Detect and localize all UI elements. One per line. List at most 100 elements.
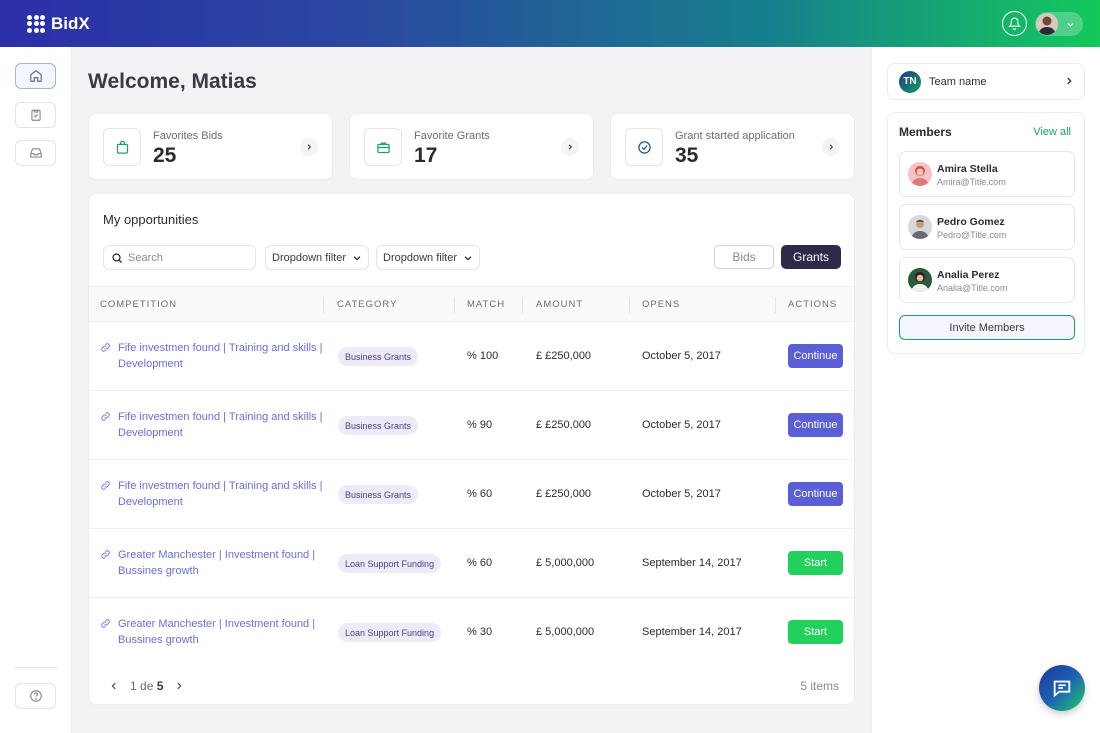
start-button[interactable]: Start [788,551,843,575]
column-header[interactable]: OPENS [642,299,680,310]
table-header: COMPETITION CATEGORY MATCH AMOUNT OPENS … [89,286,854,322]
start-button[interactable]: Start [788,620,843,644]
opens-date: October 5, 2017 [642,488,721,500]
clipboard-check-icon [30,109,41,121]
chat-icon [1053,680,1071,698]
bag-icon [103,128,141,166]
search-field[interactable] [103,245,256,270]
column-separator [775,297,776,313]
search-input[interactable] [128,251,248,264]
member-card[interactable]: Analia Perez Analia@Title.com [899,257,1075,303]
stat-value: 17 [414,144,438,167]
competition-link[interactable]: Fife investmen found | Training and skil… [118,341,323,372]
continue-button[interactable]: Continue [788,344,843,368]
nav-inbox[interactable] [15,140,56,166]
match-value: % 30 [467,626,493,638]
table-row: Greater Manchester | Investment found | … [89,529,854,598]
column-header[interactable]: COMPETITION [100,299,177,310]
category-badge: Business Grants [338,416,419,435]
nav-tasks[interactable] [15,102,56,128]
column-header[interactable]: MATCH [467,299,505,310]
column-header[interactable]: ACTIONS [788,299,837,310]
member-card[interactable]: Amira Stella Amira@Title.com [899,151,1075,197]
home-icon [29,70,42,82]
link-icon [101,343,110,352]
competition-link[interactable]: Greater Manchester | Investment found | … [118,617,323,648]
chevron-right-icon[interactable] [561,138,579,156]
chevron-right-icon[interactable] [174,681,184,691]
member-card[interactable]: Pedro Gomez Pedro@Title.com [899,204,1075,250]
avatar [908,268,932,292]
items-count: 5 items [800,679,839,693]
stat-card-favorite-bids[interactable]: Favorites Bids 25 [88,113,333,180]
chevron-left-icon[interactable] [109,681,119,691]
column-header[interactable]: AMOUNT [536,299,583,310]
competition-link[interactable]: Fife investmen found | Training and skil… [118,479,323,510]
sidebar-divider [15,667,57,668]
competition-link[interactable]: Fife investmen found | Training and skil… [118,410,323,441]
nav-help[interactable] [15,683,56,709]
app-logo[interactable]: BidX [27,14,90,34]
chevron-down-icon [1067,22,1074,27]
chevron-right-icon[interactable] [300,138,318,156]
stat-value: 25 [153,144,177,167]
page-separator: de [140,679,154,693]
continue-button[interactable]: Continue [788,413,843,437]
chevron-right-icon[interactable] [822,138,840,156]
member-email: Analia@Title.com [937,283,1008,293]
top-bar: BidX [0,0,1100,47]
total-pages: 5 [156,679,164,693]
stat-label: Grant started application [675,130,795,142]
section-title: My opportunities [103,212,199,227]
stat-label: Favorites Bids [153,130,223,142]
chevron-right-icon [1067,77,1072,85]
member-email: Pedro@Title.com [937,230,1007,240]
dropdown-filter-1[interactable]: Dropdown filter [265,245,369,270]
column-header[interactable]: CATEGORY [337,299,397,310]
column-separator [454,297,455,313]
dropdown-label: Dropdown filter [272,251,346,264]
pagination: 1 de 5 [109,679,184,693]
link-icon [101,619,110,628]
team-selector[interactable]: TN Team name [887,63,1085,100]
stat-card-grant-started[interactable]: Grant started application 35 [610,113,855,180]
dropdown-filter-2[interactable]: Dropdown filter [376,245,480,270]
continue-button[interactable]: Continue [788,482,843,506]
right-panel: TN Team name Members View all Amira Stel… [871,47,1100,733]
category-badge: Business Grants [338,347,419,366]
chevron-down-icon [353,255,361,261]
category-badge: Loan Support Funding [338,554,442,573]
page-title: Welcome, Matias [88,70,257,93]
toggle-grants-button[interactable]: Grants [781,245,841,269]
opens-date: September 14, 2017 [642,626,742,638]
table-row: Greater Manchester | Investment found | … [89,598,854,667]
match-value: % 100 [467,350,499,362]
invite-members-button[interactable]: Invite Members [899,315,1075,340]
amount-value: £ 5,000,000 [536,557,595,569]
competition-link[interactable]: Greater Manchester | Investment found | … [118,548,323,579]
team-name: Team name [929,75,987,88]
match-value: % 60 [467,557,493,569]
notifications-bell-icon[interactable] [1002,11,1027,36]
inbox-icon [29,148,42,158]
help-icon [29,690,42,702]
stat-card-favorite-grants[interactable]: Favorite Grants 17 [349,113,594,180]
opens-date: October 5, 2017 [642,419,721,431]
view-all-link[interactable]: View all [1033,126,1071,138]
logo-dots-icon [27,14,45,33]
toggle-bids-button[interactable]: Bids [714,245,774,269]
opportunities-panel: My opportunities Dropdown filter Dropdow… [88,193,855,705]
match-value: % 60 [467,488,493,500]
members-title: Members [899,125,952,139]
match-value: % 90 [467,419,493,431]
search-icon [112,252,122,263]
page-indicator: 1 de 5 [130,679,163,693]
nav-home[interactable] [15,63,56,89]
member-email: Amira@Title.com [937,177,1006,187]
table-row: Fife investmen found | Training and skil… [89,460,854,529]
stat-value: 35 [675,144,699,167]
chevron-down-icon [464,255,472,261]
user-menu[interactable] [1035,12,1083,36]
chat-button[interactable] [1039,665,1085,711]
table-row: Fife investmen found | Training and skil… [89,322,854,391]
